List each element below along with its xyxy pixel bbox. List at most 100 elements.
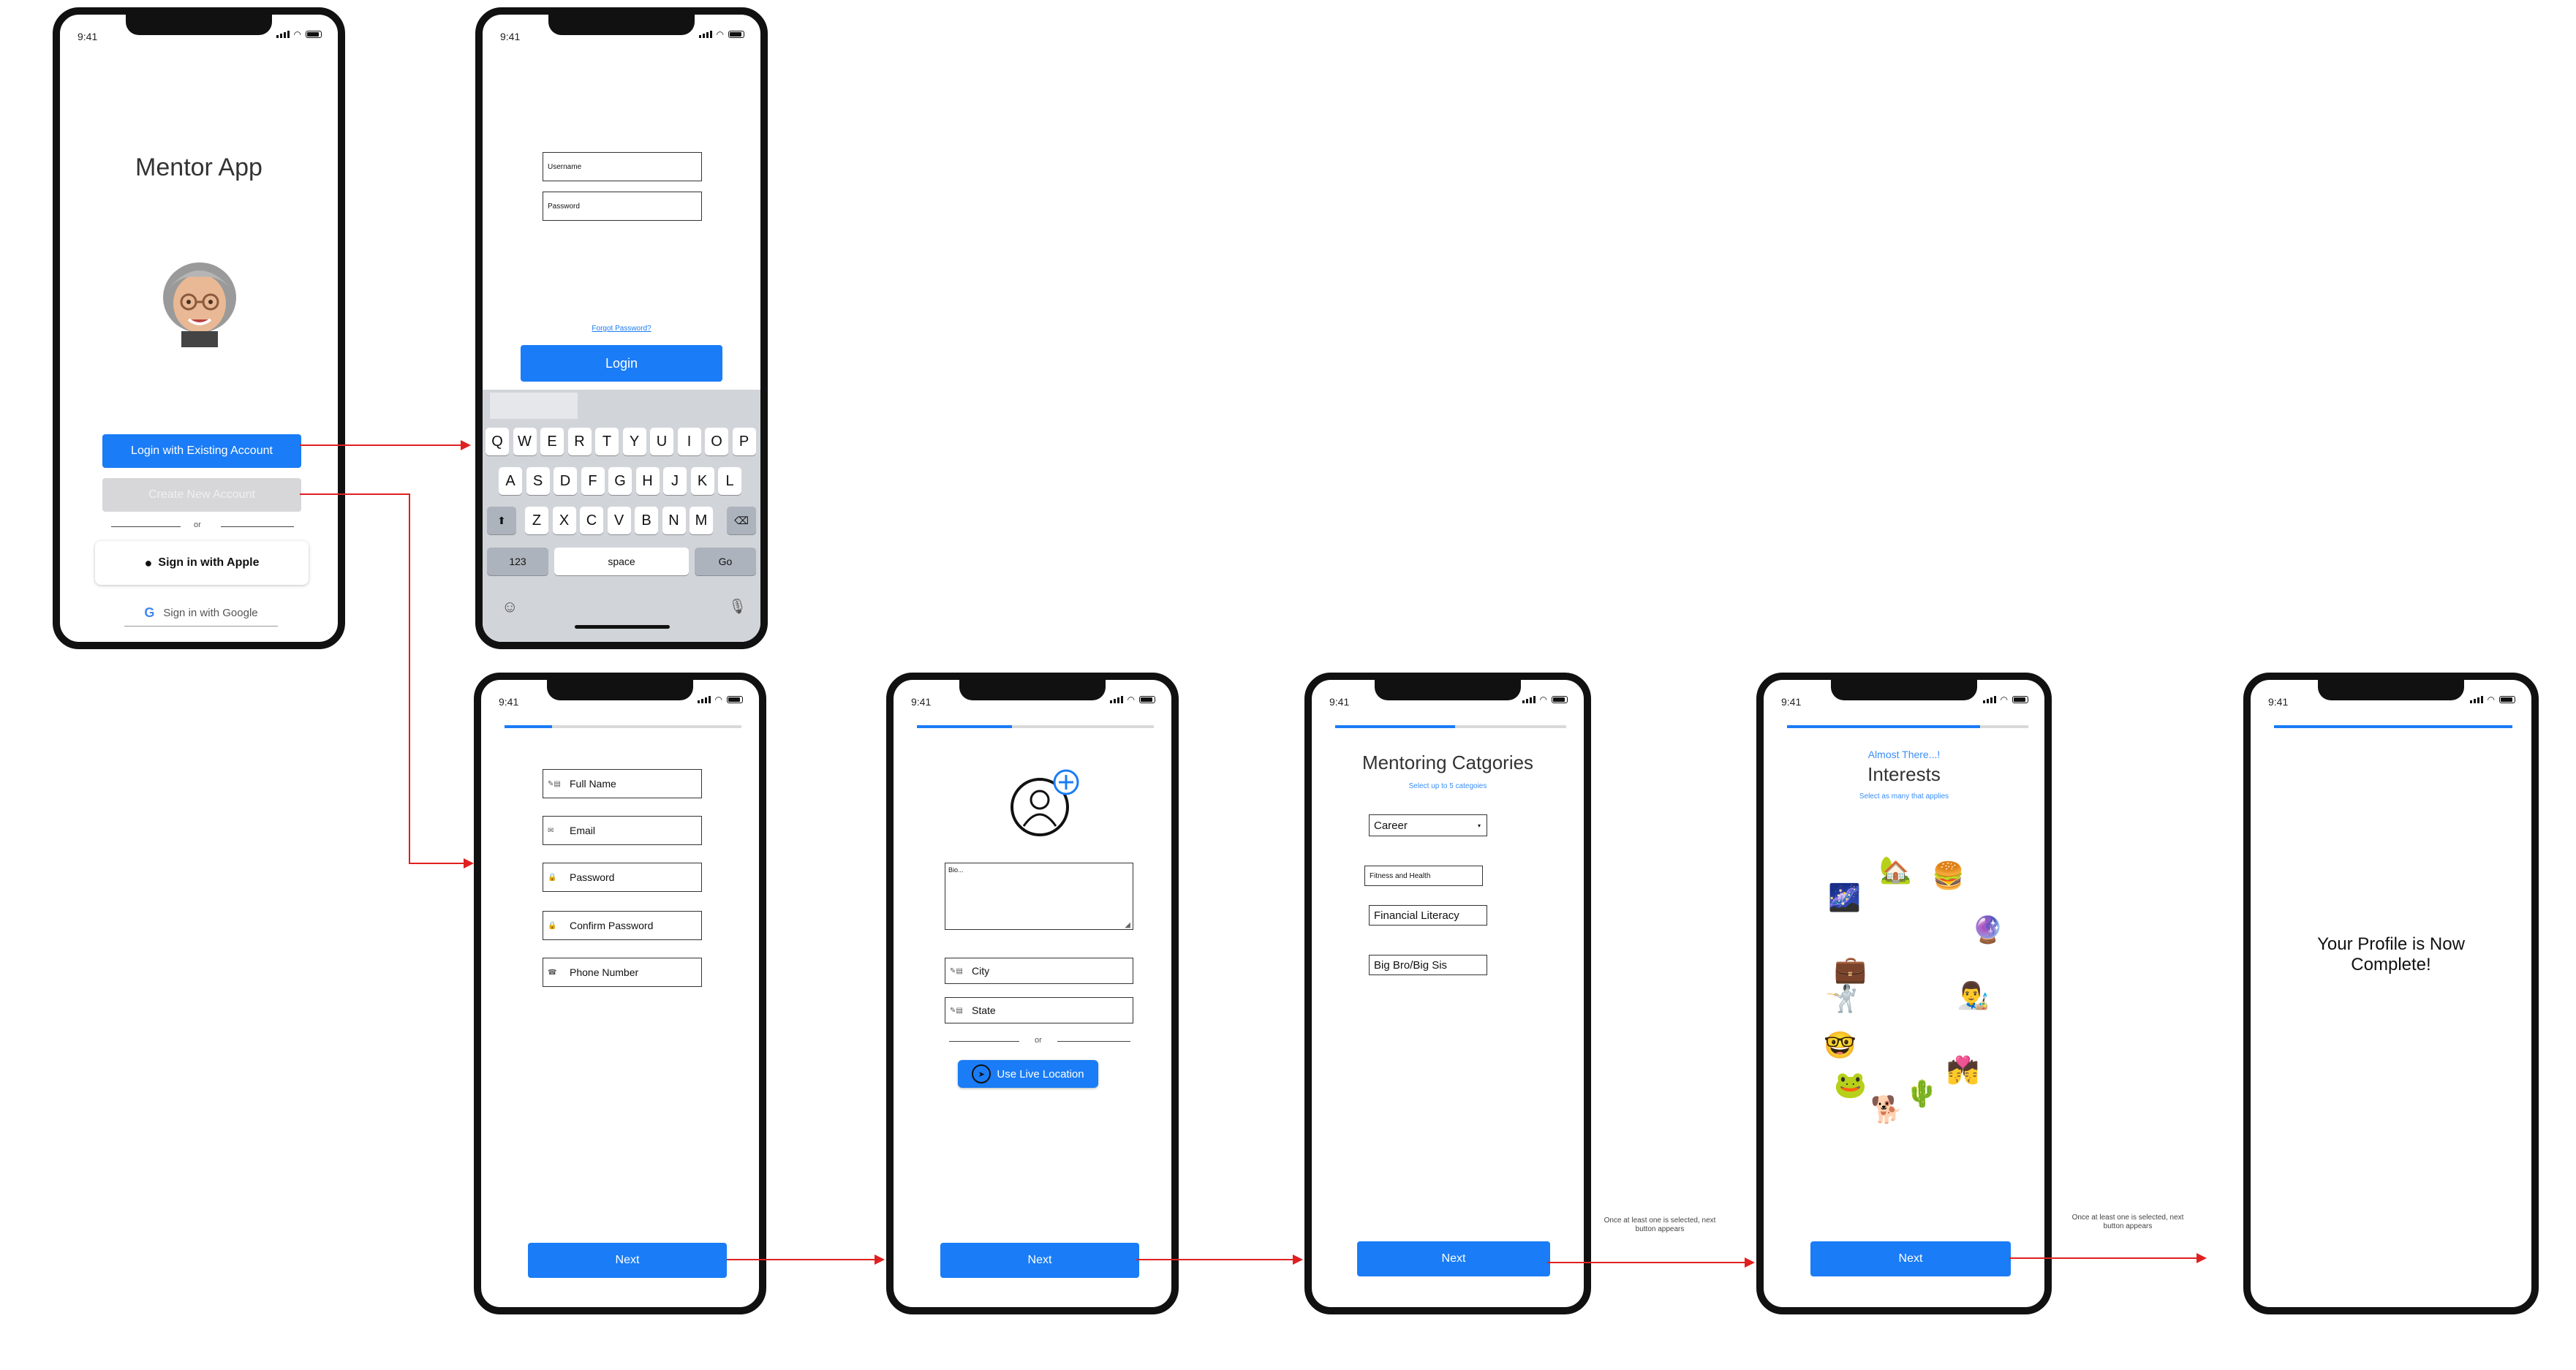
apple-signin-button[interactable]: ● Sign in with Apple [95, 541, 309, 585]
key-q[interactable]: Q [486, 428, 509, 455]
key-a[interactable]: A [499, 467, 522, 495]
forgot-password-link[interactable]: Forgot Password? [483, 325, 760, 333]
key-n[interactable]: N [662, 507, 686, 534]
login-button[interactable]: Login [521, 345, 722, 382]
interest-frog-icon[interactable]: 🐸 [1834, 1070, 1867, 1100]
google-logo-icon: G [144, 605, 155, 620]
fitness-select[interactable]: Fitness and Health [1364, 866, 1483, 886]
space-key[interactable]: space [554, 548, 689, 575]
financial-select[interactable]: Financial Literacy [1369, 905, 1487, 926]
go-key[interactable]: Go [695, 548, 756, 575]
memoji-avatar-icon [163, 262, 236, 347]
full-name-input[interactable]: ✎▤ Full Name [543, 769, 702, 798]
key-t[interactable]: T [595, 428, 619, 455]
arrow-head [875, 1254, 885, 1265]
divider-right [1057, 1041, 1130, 1042]
key-h[interactable]: H [635, 467, 660, 495]
interest-dog-icon[interactable]: 🐕 [1870, 1095, 1903, 1124]
confirm-password-input[interactable]: 🔒 Confirm Password [543, 911, 702, 940]
career-select[interactable]: Career ▾ [1369, 814, 1487, 836]
add-photo-icon[interactable] [1009, 768, 1082, 838]
password-input[interactable]: 🔒 Password [543, 863, 702, 892]
password-input[interactable]: Password [543, 192, 702, 221]
mail-icon: ✉ [548, 826, 554, 835]
create-account-button[interactable]: Create New Account [102, 478, 301, 512]
emoji-icon[interactable]: ☺ [502, 597, 518, 616]
live-location-button[interactable]: ➤ Use Live Location [958, 1060, 1098, 1088]
divider-right [221, 526, 294, 527]
next-button[interactable]: Next [1810, 1241, 2011, 1276]
welcome-screen: 9:41 ◠ Mentor App Login with Existing Ac… [53, 7, 345, 649]
key-r[interactable]: R [567, 428, 592, 455]
key-w[interactable]: W [513, 428, 537, 455]
numbers-key[interactable]: 123 [487, 548, 548, 575]
status-time: 9:41 [1781, 696, 1802, 708]
notch [547, 680, 693, 700]
email-input[interactable]: ✉ Email [543, 816, 702, 845]
key-i[interactable]: I [677, 428, 701, 455]
state-placeholder: State [972, 1004, 996, 1016]
signal-icon [276, 31, 290, 38]
login-screen: 9:41 ◠ Username Password Forgot Password… [475, 7, 768, 649]
key-v[interactable]: V [607, 507, 631, 534]
divider-left [111, 526, 181, 527]
interest-crystal-ball-icon[interactable]: 🔮 [1971, 915, 2004, 945]
signup-screen: 9:41 ◠ ✎▤ Full Name ✉ Email 🔒 Password 🔒 Con… [474, 673, 766, 1314]
key-m[interactable]: M [690, 507, 713, 534]
shift-key[interactable]: ⬆ [487, 507, 516, 534]
interest-artist-icon[interactable]: 👨‍🎨 [1957, 981, 1990, 1010]
key-b[interactable]: B [635, 507, 658, 534]
username-input[interactable]: Username [543, 152, 702, 181]
key-f[interactable]: F [581, 467, 605, 495]
or-label: or [1035, 1036, 1042, 1045]
key-y[interactable]: Y [622, 428, 646, 455]
phone-input[interactable]: ☎ Phone Number [543, 958, 702, 987]
notch [1831, 680, 1977, 700]
interest-burger-icon[interactable]: 🍔 [1932, 861, 1965, 890]
key-g[interactable]: G [608, 467, 632, 495]
key-e[interactable]: E [540, 428, 564, 455]
key-u[interactable]: U [650, 428, 673, 455]
city-input[interactable]: ✎▤ City [945, 958, 1133, 984]
key-s[interactable]: S [526, 467, 550, 495]
interest-nerd-face-icon[interactable]: 🤓 [1824, 1031, 1857, 1060]
key-d[interactable]: D [554, 467, 577, 495]
arrow-head [2197, 1253, 2207, 1263]
arrow-head [464, 858, 474, 868]
key-k[interactable]: K [690, 467, 714, 495]
key-z[interactable]: Z [525, 507, 548, 534]
key-o[interactable]: O [705, 428, 728, 455]
battery-icon [2499, 696, 2515, 703]
bigbro-select[interactable]: Big Bro/Big Sis [1369, 955, 1487, 975]
key-p[interactable]: P [732, 428, 756, 455]
microphone-icon[interactable]: 🎙 [728, 597, 747, 616]
wifi-icon: ◠ [716, 29, 724, 39]
interest-briefcase-icon[interactable]: 💼 [1834, 955, 1867, 984]
delete-key[interactable]: ⌫ [727, 507, 756, 534]
notch [2318, 680, 2464, 700]
wifi-icon: ◠ [293, 29, 301, 39]
interest-house-icon[interactable]: 🏡 [1879, 855, 1912, 885]
interest-fencing-icon[interactable]: 🤺 [1825, 984, 1858, 1013]
full-name-placeholder: Full Name [570, 778, 616, 790]
bio-textarea[interactable]: Bio... ◢ [945, 863, 1133, 930]
key-x[interactable]: X [552, 507, 576, 534]
next-button[interactable]: Next [940, 1243, 1139, 1278]
next-button[interactable]: Next [1357, 1241, 1550, 1276]
bio-placeholder: Bio... [948, 866, 964, 874]
battery-icon [2012, 696, 2028, 703]
categories-title: Mentoring Catgories [1361, 752, 1534, 773]
interest-couple-icon[interactable]: 💏 [1946, 1056, 1979, 1085]
resize-handle-icon[interactable]: ◢ [1125, 921, 1130, 929]
key-c[interactable]: C [580, 507, 603, 534]
status-icons: ◠ [1982, 695, 2028, 704]
google-signin-button[interactable]: G Sign in with Google [124, 599, 278, 627]
login-existing-button[interactable]: Login with Existing Account [102, 434, 301, 468]
next-button[interactable]: Next [528, 1243, 727, 1278]
interest-night-sky-icon[interactable]: 🌌 [1828, 883, 1861, 912]
key-l[interactable]: L [718, 467, 741, 495]
interest-cactus-icon[interactable]: 🌵 [1905, 1079, 1938, 1108]
state-input[interactable]: ✎▤ State [945, 997, 1133, 1023]
progress-bar [2274, 725, 2512, 728]
key-j[interactable]: J [663, 467, 687, 495]
